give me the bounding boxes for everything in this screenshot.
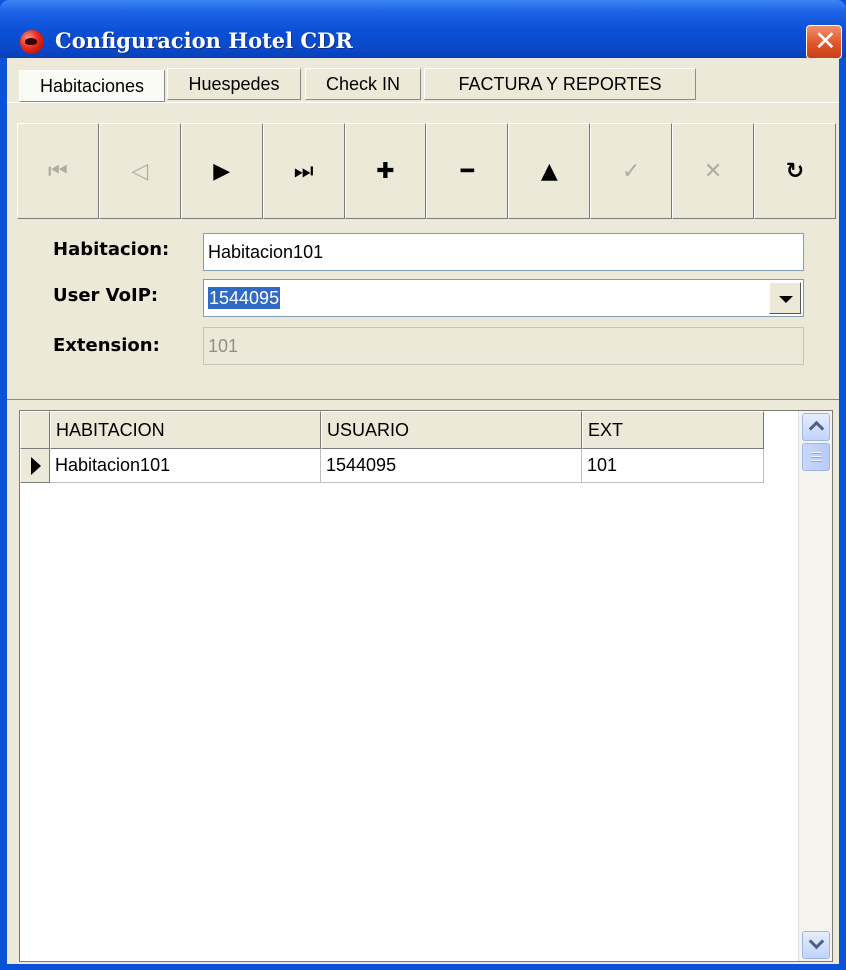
habitacion-label: Habitacion:	[53, 239, 170, 260]
scroll-down-button[interactable]	[802, 931, 830, 959]
nav-last-button[interactable]: ⏭	[262, 123, 345, 219]
dropdown-button[interactable]	[769, 282, 801, 314]
tab-page-habitaciones: ⏮ ◁ ▶ ⏭ ✚ ━ ▲ ✓ ✕ ↻ Habitacion: Habitaci…	[7, 102, 839, 400]
scroll-thumb[interactable]	[802, 443, 830, 471]
cancel-x-icon: ✕	[703, 158, 723, 184]
tab-factura-reportes[interactable]: FACTURA Y REPORTES	[424, 68, 696, 100]
table-cell-usuario[interactable]: 1544095	[321, 449, 582, 483]
user-voip-combobox[interactable]: 1544095	[203, 279, 804, 317]
window-title: Configuracion Hotel CDR	[55, 28, 353, 53]
column-header-ext[interactable]: EXT	[582, 411, 764, 449]
next-record-icon: ▶	[213, 158, 231, 184]
grid-corner	[20, 411, 50, 449]
close-icon: ✕	[814, 26, 837, 57]
nav-refresh-button[interactable]: ↻	[754, 123, 836, 219]
scroll-up-button[interactable]	[802, 413, 830, 441]
plus-icon: ✚	[376, 158, 395, 184]
row-indicator[interactable]	[20, 449, 50, 483]
prior-record-icon: ◁	[131, 158, 149, 184]
nav-first-button[interactable]: ⏮	[17, 123, 99, 219]
last-record-icon: ⏭	[293, 158, 314, 184]
close-button[interactable]: ✕	[806, 25, 842, 59]
chevron-down-icon	[779, 296, 793, 303]
column-header-habitacion[interactable]: HABITACION	[50, 411, 321, 449]
extension-label: Extension:	[53, 335, 160, 356]
user-voip-value: 1544095	[208, 287, 281, 309]
habitacion-field[interactable]: Habitacion101	[203, 233, 804, 271]
vertical-scrollbar[interactable]	[798, 411, 832, 961]
tab-strip: Habitaciones Huespedes Check IN FACTURA …	[7, 58, 839, 102]
nav-insert-button[interactable]: ✚	[344, 123, 427, 219]
edit-triangle-icon: ▲	[540, 158, 558, 184]
app-icon[interactable]	[20, 30, 44, 54]
chevron-down-icon	[808, 933, 825, 950]
nav-cancel-button[interactable]: ✕	[672, 123, 755, 219]
title-bar[interactable]: Configuracion Hotel CDR ✕	[0, 0, 846, 59]
column-header-usuario[interactable]: USUARIO	[321, 411, 582, 449]
app-window: Configuracion Hotel CDR ✕ Habitaciones H…	[0, 0, 846, 970]
check-icon: ✓	[621, 158, 641, 184]
current-row-arrow-icon	[31, 457, 41, 475]
minus-icon: ━	[460, 158, 475, 184]
refresh-icon: ↻	[785, 158, 805, 184]
extension-field[interactable]: 101	[203, 327, 804, 365]
tab-check-in[interactable]: Check IN	[305, 68, 421, 100]
nav-next-button[interactable]: ▶	[180, 123, 263, 219]
rooms-grid[interactable]: HABITACION USUARIO EXT Habitacion101 154…	[19, 410, 833, 962]
nav-edit-button[interactable]: ▲	[508, 123, 591, 219]
table-cell-habitacion[interactable]: Habitacion101	[50, 449, 321, 483]
table-cell-ext[interactable]: 101	[582, 449, 764, 483]
nav-post-button[interactable]: ✓	[590, 123, 673, 219]
tab-huespedes[interactable]: Huespedes	[167, 68, 301, 100]
chevron-up-icon	[808, 420, 825, 437]
client-area: Habitaciones Huespedes Check IN FACTURA …	[7, 58, 839, 964]
first-record-icon: ⏮	[48, 158, 68, 184]
tab-habitaciones[interactable]: Habitaciones	[19, 70, 165, 102]
db-navigator: ⏮ ◁ ▶ ⏭ ✚ ━ ▲ ✓ ✕ ↻	[17, 123, 836, 219]
user-voip-label: User VoIP:	[53, 285, 159, 306]
nav-prior-button[interactable]: ◁	[98, 123, 181, 219]
nav-delete-button[interactable]: ━	[426, 123, 509, 219]
